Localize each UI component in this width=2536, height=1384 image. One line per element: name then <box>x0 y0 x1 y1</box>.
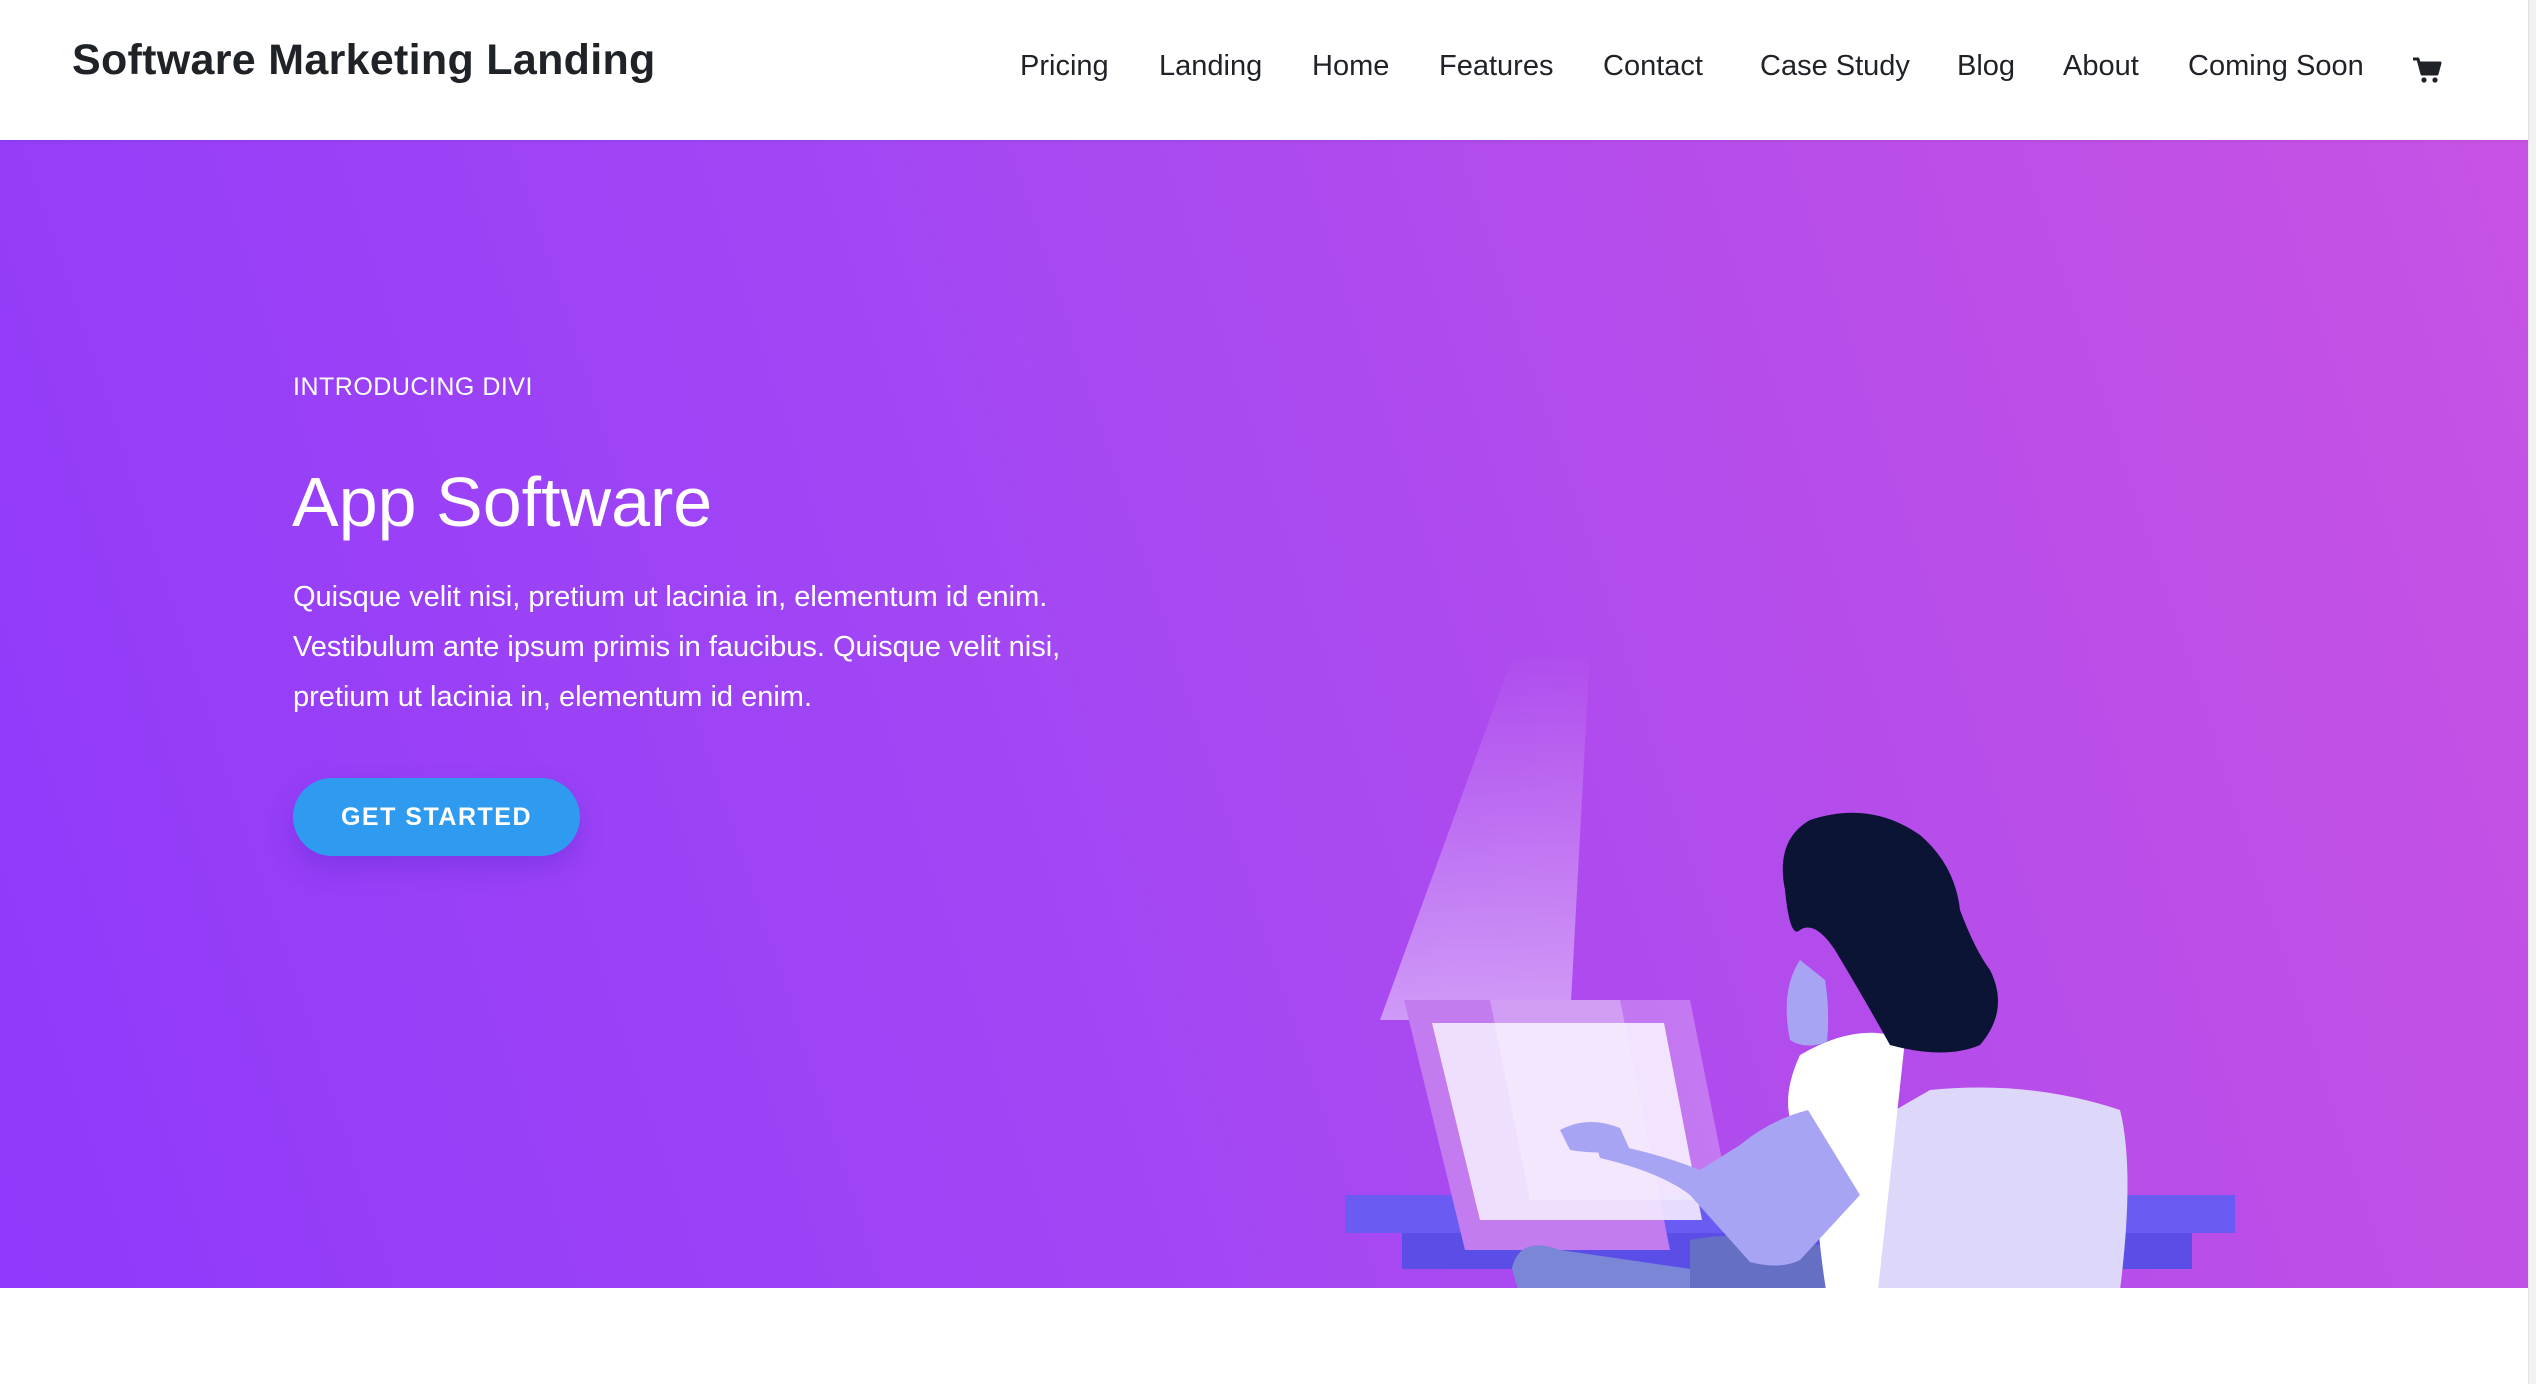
nav-item-case-study[interactable]: Case Study <box>1760 50 1910 83</box>
nav-item-home[interactable]: Home <box>1312 50 1389 83</box>
hero-headline: App Software <box>292 463 713 541</box>
hero-section: INTRODUCING DIVI App Software Quisque ve… <box>0 140 2528 1288</box>
nav-item-features[interactable]: Features <box>1439 50 1553 83</box>
hero-body-text: Quisque velit nisi, pretium ut lacinia i… <box>293 581 1061 713</box>
hero-eyebrow: INTRODUCING DIVI <box>293 373 533 401</box>
site-header: Software Marketing Landing Pricing Landi… <box>0 0 2528 140</box>
shopping-cart-icon[interactable] <box>2412 56 2442 84</box>
get-started-button[interactable]: GET STARTED <box>293 778 580 856</box>
nav-item-coming-soon[interactable]: Coming Soon <box>2188 50 2364 83</box>
nav-item-pricing[interactable]: Pricing <box>1020 50 1109 83</box>
nav-item-contact[interactable]: Contact <box>1603 50 1703 83</box>
nav-item-landing[interactable]: Landing <box>1159 50 1262 83</box>
nav-item-blog[interactable]: Blog <box>1957 50 2015 83</box>
page: Software Marketing Landing Pricing Landi… <box>0 0 2536 1384</box>
next-section <box>0 1288 2528 1384</box>
nav-item-about[interactable]: About <box>2063 50 2139 83</box>
site-title[interactable]: Software Marketing Landing <box>72 36 656 85</box>
main-nav: Pricing Landing Home Features Contact Ca… <box>1020 50 2450 90</box>
window-edge <box>2528 0 2536 1384</box>
woman-at-laptop-illustration <box>1345 650 2235 1288</box>
